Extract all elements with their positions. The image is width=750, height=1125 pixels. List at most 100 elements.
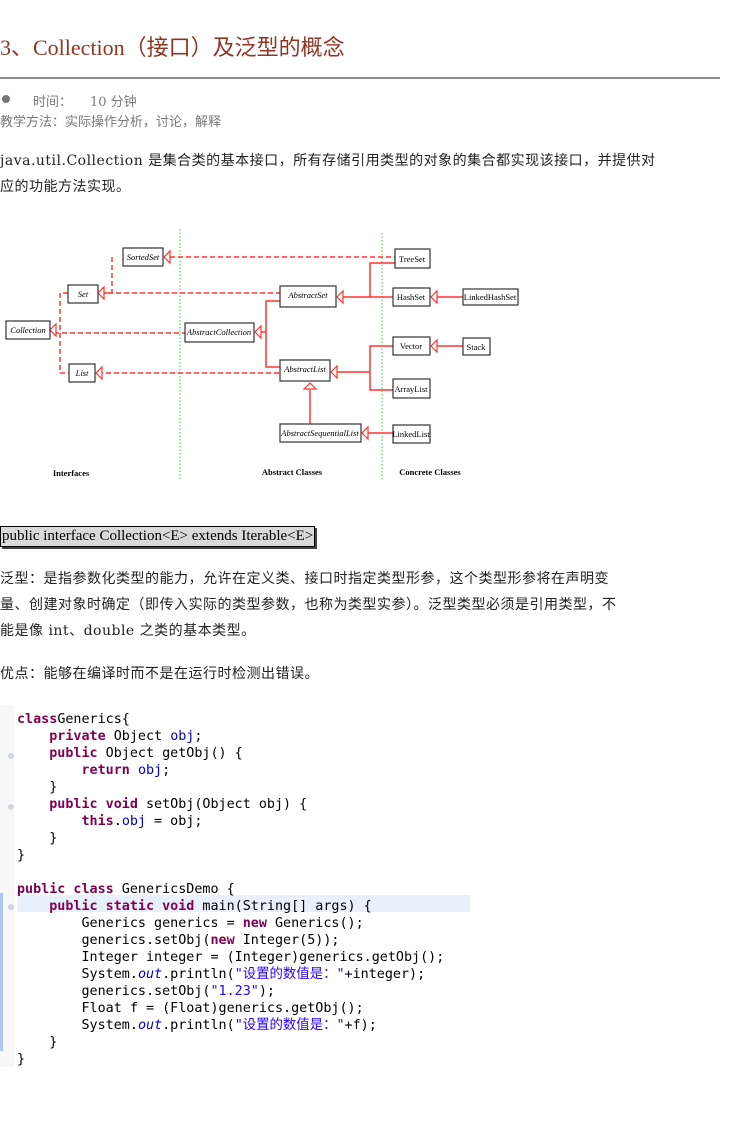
code-token: public class bbox=[17, 882, 114, 897]
label-arraylist: ArrayList bbox=[394, 384, 428, 394]
code-line: Float f = (Float)generics.getObj(); bbox=[17, 1000, 364, 1017]
code-token: generics.setObj( bbox=[17, 933, 211, 948]
code-line: System.out.println("设置的数值是："+f); bbox=[17, 1017, 377, 1034]
label-collection: Collection bbox=[10, 325, 45, 335]
code-line: classGenerics{ bbox=[17, 711, 130, 728]
code-line: public Object getObj() { bbox=[17, 745, 243, 762]
code-token: System. bbox=[17, 1018, 138, 1033]
code-line: } bbox=[17, 1034, 57, 1051]
code-token: new bbox=[242, 916, 267, 931]
code-token: } bbox=[17, 831, 58, 846]
code-token: Float f = (Float)generics.getObj(); bbox=[17, 1001, 364, 1016]
code-token: GenericsDemo { bbox=[113, 882, 235, 897]
code-token: ); bbox=[258, 984, 275, 999]
code-token: "1.23" bbox=[210, 984, 259, 999]
code-token: System. bbox=[17, 967, 138, 982]
code-token: generics.setObj( bbox=[17, 984, 211, 999]
generics-line: 泛型：是指参数化类型的能力，允许在定义类、接口时指定类型形参，这个类型形参将在声… bbox=[0, 571, 609, 587]
code-token: obj bbox=[137, 763, 163, 778]
label-linkedhashset: LinkedHashSet bbox=[464, 292, 517, 302]
code-token: Integer(5)); bbox=[234, 933, 340, 948]
interface-declaration: public interface Collection<E> extends I… bbox=[0, 526, 316, 547]
code-token: private bbox=[49, 729, 106, 744]
code-token: Object getObj() { bbox=[97, 746, 243, 761]
code-token: return bbox=[81, 763, 130, 778]
collection-hierarchy-diagram: SortedSet Set Collection List AbstractCo… bbox=[5, 229, 519, 480]
code-line: } bbox=[17, 779, 57, 796]
code-line: this.obj = obj; bbox=[17, 813, 203, 830]
label-linkedlist: LinkedList bbox=[392, 429, 430, 439]
arrowheads bbox=[49, 249, 438, 441]
bullet-icon bbox=[2, 95, 10, 103]
code-token: class bbox=[17, 712, 58, 727]
label-abstractset: AbstractSet bbox=[287, 290, 328, 300]
code-line: generics.setObj(new Integer(5)); bbox=[17, 932, 339, 949]
label-treeset: TreeSet bbox=[399, 254, 426, 264]
intro-line: 应的功能方法实现。 bbox=[0, 179, 131, 195]
code-token: } bbox=[17, 1052, 26, 1067]
code-line: Generics generics = new Generics(); bbox=[17, 915, 364, 932]
code-token: Integer integer = (Integer)generics.getO… bbox=[17, 950, 445, 965]
code-token: main(String[] args) { bbox=[194, 899, 372, 914]
code-token: "设置的数值是：" bbox=[234, 1018, 345, 1033]
code-line: } bbox=[17, 830, 57, 847]
fold-icon[interactable] bbox=[8, 753, 14, 759]
code-line: public void setObj(Object obj) { bbox=[17, 796, 307, 813]
code-token: } bbox=[17, 848, 26, 863]
code-token: Generics generics = bbox=[17, 916, 243, 931]
code-token: .println( bbox=[162, 1018, 235, 1033]
code-token: obj bbox=[121, 814, 146, 829]
code-token: obj bbox=[170, 729, 195, 744]
code-token: out bbox=[137, 1018, 163, 1033]
label-abstractsequentiallist: AbstractSequentialList bbox=[280, 428, 359, 438]
label-set: Set bbox=[78, 289, 89, 299]
label-sortedset: SortedSet bbox=[127, 252, 160, 262]
generics-line: 量、创建对象时确定（即传入实际的类型参数，也称为类型实参）。泛型类型必须是引用类… bbox=[0, 597, 617, 613]
section-title: 3、Collection（接口）及泛型的概念 bbox=[0, 35, 345, 60]
scope-bar bbox=[0, 893, 3, 1051]
code-line: } bbox=[17, 1051, 25, 1068]
code-token: new bbox=[210, 933, 235, 948]
code-line: public class GenericsDemo { bbox=[17, 881, 235, 898]
code-token: this bbox=[81, 814, 114, 829]
label-hashset: HashSet bbox=[397, 292, 426, 302]
code-token: . bbox=[113, 814, 122, 829]
code-line: private Object obj; bbox=[17, 728, 202, 745]
code-token: public static void bbox=[49, 899, 195, 914]
advantage-text: 优点：能够在编译时而不是在运行时检测出错误。 bbox=[0, 666, 319, 682]
code-token: out bbox=[137, 967, 163, 982]
code-token: public void bbox=[49, 797, 138, 812]
code-token: public bbox=[49, 746, 98, 761]
code-token: +f); bbox=[344, 1018, 377, 1033]
code-line: Integer integer = (Integer)generics.getO… bbox=[17, 949, 444, 966]
column-label-interfaces: Interfaces bbox=[53, 468, 90, 478]
code-token: } bbox=[17, 1035, 58, 1050]
fold-icon[interactable] bbox=[8, 804, 14, 810]
code-token: ; bbox=[162, 763, 171, 778]
fold-icon[interactable] bbox=[8, 904, 14, 910]
column-label-abstract: Abstract Classes bbox=[262, 467, 323, 477]
column-label-concrete: Concrete Classes bbox=[399, 467, 461, 477]
code-token: Generics(); bbox=[266, 916, 364, 931]
label-stack: Stack bbox=[467, 342, 487, 352]
code-token: .println( bbox=[162, 967, 235, 982]
intro-paragraph: java.util.Collection 是集合类的基本接口，所有存储引用类型的… bbox=[0, 148, 745, 200]
code-line: generics.setObj("1.23"); bbox=[17, 983, 275, 1000]
label-list: List bbox=[75, 368, 89, 378]
interface-links bbox=[54, 256, 395, 374]
code-line: public static void main(String[] args) { bbox=[17, 898, 372, 915]
code-token: ; bbox=[194, 729, 203, 744]
code-line: System.out.println("设置的数值是："+integer); bbox=[17, 966, 425, 983]
time-label: 时间： bbox=[33, 95, 73, 110]
code-line: return obj; bbox=[17, 762, 171, 779]
code-token: Object bbox=[105, 729, 171, 744]
label-vector: Vector bbox=[400, 341, 422, 351]
label-abstractcollection: AbstractCollection bbox=[186, 327, 251, 337]
